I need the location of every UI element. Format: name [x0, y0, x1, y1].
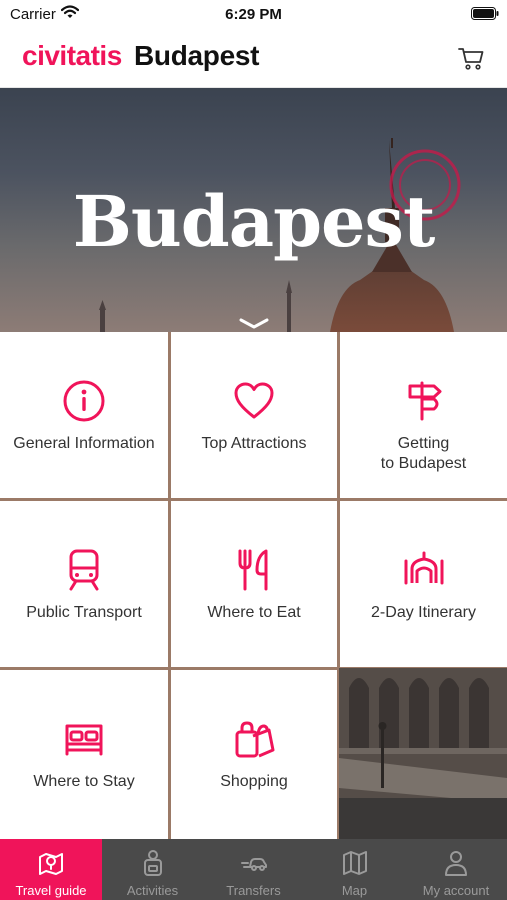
status-bar: Carrier 6:29 PM: [0, 0, 507, 30]
transfers-icon: [240, 858, 267, 871]
battery-icon: [471, 7, 499, 20]
menu-item-where-to-stay[interactable]: Where to Stay: [0, 670, 168, 839]
hero-title: Budapest: [72, 180, 436, 263]
page-title: Budapest: [134, 40, 260, 71]
menu-item-2-day-itinerary[interactable]: 2-Day Itinerary: [340, 501, 507, 667]
heart-icon: [234, 382, 274, 419]
tab-my-account[interactable]: My account: [405, 839, 507, 900]
menu-item-getting-to-budapest[interactable]: Getting to Budapest: [340, 332, 507, 498]
tab-label: Map: [341, 883, 368, 898]
menu-item-general-information[interactable]: General Information: [0, 332, 168, 498]
monument-icon: [404, 551, 443, 585]
tab-travel-guide[interactable]: Travel guide: [0, 839, 102, 900]
menu-item-public-transport[interactable]: Public Transport: [0, 501, 168, 667]
menu-item-label: 2-Day Itinerary: [371, 604, 476, 621]
menu-item-where-to-eat[interactable]: Where to Eat: [171, 501, 337, 667]
tab-transfers[interactable]: Transfers: [203, 839, 304, 900]
tab-label: Transfers: [226, 883, 281, 898]
guide-menu-grid: General Information Top Attractions Gett…: [0, 332, 507, 839]
train-icon: [69, 549, 99, 591]
info-icon: [63, 380, 105, 422]
map-pin-icon: [39, 853, 63, 875]
bottom-tab-bar: Travel guide Activities Transfers Map My…: [0, 839, 507, 900]
menu-item-label: Where to Stay: [33, 773, 135, 790]
cutlery-icon: [238, 549, 268, 591]
menu-item-label: Where to Eat: [207, 604, 301, 621]
clock: 6:29 PM: [225, 6, 282, 23]
menu-item-label: Top Attractions: [201, 435, 307, 452]
app-header: civitatis Budapest: [0, 30, 507, 88]
cart-icon[interactable]: [457, 44, 485, 72]
signpost-icon: [408, 381, 441, 421]
menu-item-label: Shopping: [220, 773, 288, 790]
tab-label: Travel guide: [15, 883, 87, 898]
tab-label: Activities: [126, 883, 179, 898]
menu-item-label: Public Transport: [26, 604, 142, 621]
brand-logo[interactable]: civitatis: [22, 40, 122, 72]
shopping-bags-icon: [235, 721, 275, 758]
bed-icon: [65, 724, 103, 756]
tab-label: My account: [422, 883, 490, 898]
menu-item-shopping[interactable]: Shopping: [171, 670, 337, 839]
backpack-icon: [143, 850, 162, 876]
map-icon: [342, 851, 367, 875]
arcade-image: [339, 668, 507, 839]
menu-item-top-attractions[interactable]: Top Attractions: [171, 332, 337, 498]
menu-item-label: General Information: [13, 435, 155, 452]
tab-map[interactable]: Map: [304, 839, 405, 900]
chevron-down-icon[interactable]: [238, 317, 270, 331]
hero-banner: Budapest: [0, 88, 507, 332]
tab-activities[interactable]: Activities: [102, 839, 203, 900]
menu-item-label: Getting to Budapest: [380, 435, 467, 472]
parliament-arcade-photo: [339, 668, 507, 839]
user-icon: [445, 851, 467, 876]
